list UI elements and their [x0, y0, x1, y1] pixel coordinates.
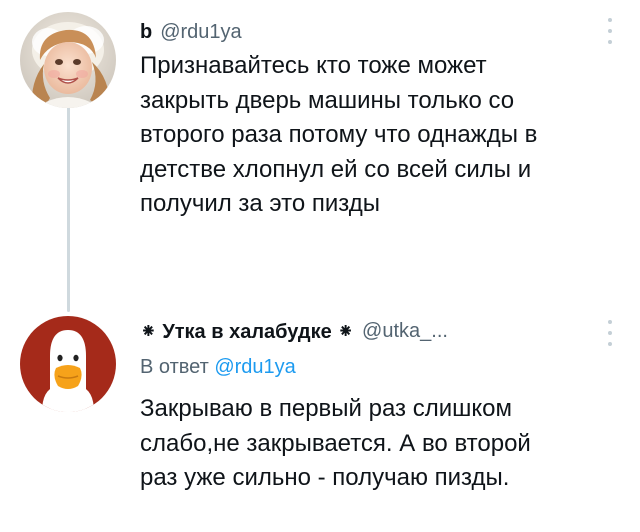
- tweet-text-line: Признавайтесь кто тоже может: [140, 52, 487, 79]
- more-options-icon[interactable]: [606, 320, 614, 346]
- reply-to-line: В ответ @rdu1ya: [140, 356, 296, 379]
- author-handle[interactable]: @rdu1ya: [160, 21, 241, 44]
- tweet-text-line: Закрываю в первый раз слишком: [140, 395, 512, 422]
- avatar[interactable]: [20, 316, 116, 412]
- tweet-text-line: получил за это пизды: [140, 190, 381, 217]
- tweet-text-line: второго раза потому что однажды в: [140, 121, 538, 148]
- tweet-original[interactable]: b @rdu1ya Признавайтесь кто тоже может з…: [0, 0, 640, 300]
- duck-avatar: [20, 316, 116, 412]
- tweet-text-line: слабо,не закрывается. А во второй: [140, 429, 531, 457]
- tweet-text: Признавайтесь кто тоже может закрыть две…: [140, 49, 610, 222]
- tweet-text-line: закрыть дверь машины только со: [140, 86, 515, 114]
- tweet-header: b @rdu1ya: [140, 20, 600, 44]
- child-photo-avatar: [20, 12, 116, 108]
- author-name[interactable]: ⁕ Утка в халабудке ⁕: [140, 319, 354, 344]
- tweet-reply[interactable]: ⁕ Утка в халабудке ⁕ @utka_... В ответ @…: [0, 300, 640, 532]
- tweet-text-line: раз уже сильно - получаю пизды.: [140, 464, 510, 491]
- avatar[interactable]: [20, 12, 116, 108]
- tweet-header: ⁕ Утка в халабудке ⁕ @utka_...: [140, 319, 600, 343]
- author-handle[interactable]: @utka_...: [362, 320, 448, 343]
- reply-prefix: В ответ: [140, 356, 209, 378]
- tweet-text: Закрываю в первый раз слишком слабо,не з…: [140, 392, 610, 496]
- tweet-text-line: детстве хлопнул ей со всей силы и: [140, 155, 532, 183]
- more-options-icon[interactable]: [606, 18, 614, 44]
- author-name[interactable]: b: [140, 21, 152, 44]
- reply-mention-link[interactable]: @rdu1ya: [214, 356, 295, 378]
